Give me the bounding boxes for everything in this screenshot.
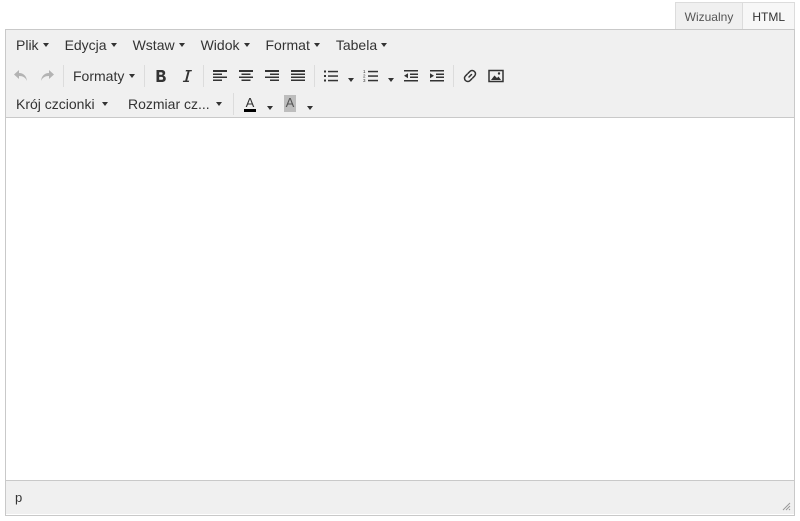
svg-text:3: 3 xyxy=(363,78,366,83)
caret-down-icon xyxy=(243,43,250,47)
align-center-button[interactable] xyxy=(233,64,259,88)
text-color-options[interactable] xyxy=(263,92,277,116)
indent-button[interactable] xyxy=(424,64,450,88)
caret-down-icon xyxy=(42,43,49,47)
toolbar-separator xyxy=(144,64,146,87)
toolbar: Formaty 1 2 3 Krój czcionki Rozmiar cz..… xyxy=(6,60,794,118)
text-color-icon: A xyxy=(243,95,257,112)
formats-dropdown[interactable]: Formaty xyxy=(67,64,141,88)
align-center-icon xyxy=(239,69,254,81)
menu-file-label: Plik xyxy=(16,37,39,53)
undo-icon xyxy=(14,69,27,81)
menu-file[interactable]: Plik xyxy=(10,33,55,57)
numbered-list-icon: 123 xyxy=(363,69,379,83)
bold-icon xyxy=(156,69,167,82)
bullet-list-options[interactable] xyxy=(344,64,358,88)
caret-down-icon xyxy=(381,43,388,47)
menu-table-label: Tabela xyxy=(335,37,378,53)
bold-button[interactable] xyxy=(148,64,174,88)
redo-button[interactable] xyxy=(34,64,60,88)
menu-format[interactable]: Format xyxy=(260,33,326,57)
toolbar-row-1: Formaty 1 2 3 xyxy=(8,61,794,90)
menu-insert-label: Wstaw xyxy=(132,37,175,53)
numbered-list-options[interactable] xyxy=(384,64,398,88)
italic-button[interactable] xyxy=(174,64,200,88)
image-icon xyxy=(488,69,505,82)
toolbar-separator xyxy=(453,64,455,87)
toolbar-separator xyxy=(203,64,205,87)
statusbar: p xyxy=(6,480,794,514)
menu-view[interactable]: Widok xyxy=(195,33,256,57)
toolbar-separator xyxy=(233,92,234,115)
align-justify-button[interactable] xyxy=(285,64,311,88)
insert-image-button[interactable] xyxy=(483,64,509,88)
align-right-button[interactable] xyxy=(259,64,285,88)
background-color-icon: A xyxy=(283,95,297,112)
caret-down-icon xyxy=(388,77,395,82)
undo-button[interactable] xyxy=(8,64,34,88)
link-icon xyxy=(464,69,477,82)
editor-mode-tabs: Wizualny HTML xyxy=(674,2,795,30)
menu-edit[interactable]: Edycja xyxy=(59,33,123,57)
redo-icon xyxy=(41,69,54,81)
bullet-list-icon xyxy=(324,70,339,81)
tab-visual[interactable]: Wizualny xyxy=(674,2,744,30)
caret-down-icon xyxy=(313,43,320,47)
align-justify-icon xyxy=(291,69,306,81)
caret-down-icon xyxy=(348,77,355,82)
menu-format-label: Format xyxy=(265,37,310,53)
caret-down-icon xyxy=(267,105,273,110)
element-path[interactable]: p xyxy=(15,490,22,505)
background-color-button[interactable]: A xyxy=(277,92,303,116)
menu-table[interactable]: Tabela xyxy=(330,33,393,57)
toolbar-row-2: Krój czcionki Rozmiar cz... A A xyxy=(8,90,794,117)
menu-view-label: Widok xyxy=(200,37,240,53)
bullet-list-button[interactable] xyxy=(318,64,344,88)
font-family-label: Krój czcionki xyxy=(16,95,95,112)
resize-handle-icon[interactable] xyxy=(782,502,791,511)
caret-down-icon xyxy=(129,73,136,78)
toolbar-separator xyxy=(314,64,316,87)
caret-down-icon xyxy=(110,43,117,47)
caret-down-icon xyxy=(307,105,313,110)
font-size-select[interactable]: Rozmiar cz... xyxy=(120,92,230,116)
outdent-icon xyxy=(404,69,419,81)
toolbar-separator xyxy=(63,64,64,87)
numbered-list-button[interactable]: 123 xyxy=(358,64,384,88)
align-left-button[interactable] xyxy=(207,64,233,88)
numbered-list-split: 123 xyxy=(358,64,398,88)
caret-down-icon xyxy=(102,101,108,106)
align-left-icon xyxy=(213,69,228,81)
caret-down-icon xyxy=(178,43,185,47)
font-family-select[interactable]: Krój czcionki xyxy=(8,92,116,116)
tab-html[interactable]: HTML xyxy=(743,2,795,30)
formats-label: Formaty xyxy=(73,67,125,84)
bullet-list-split xyxy=(318,64,358,88)
outdent-button[interactable] xyxy=(398,64,424,88)
editor-content-area[interactable] xyxy=(6,118,794,480)
rich-text-editor: Plik Edycja Wstaw Widok Format Tabela Fo… xyxy=(5,29,795,516)
font-size-label: Rozmiar cz... xyxy=(128,95,210,112)
menu-edit-label: Edycja xyxy=(64,37,107,53)
bg-color-split: A xyxy=(277,92,317,116)
menu-insert[interactable]: Wstaw xyxy=(127,33,191,57)
text-color-button[interactable]: A xyxy=(237,92,263,116)
italic-icon xyxy=(183,69,193,82)
text-color-split: A xyxy=(237,92,277,116)
insert-link-button[interactable] xyxy=(457,64,483,88)
background-color-options[interactable] xyxy=(303,92,317,116)
align-right-icon xyxy=(265,69,280,81)
caret-down-icon xyxy=(216,101,222,106)
menubar: Plik Edycja Wstaw Widok Format Tabela xyxy=(6,30,794,60)
indent-icon xyxy=(430,69,445,81)
